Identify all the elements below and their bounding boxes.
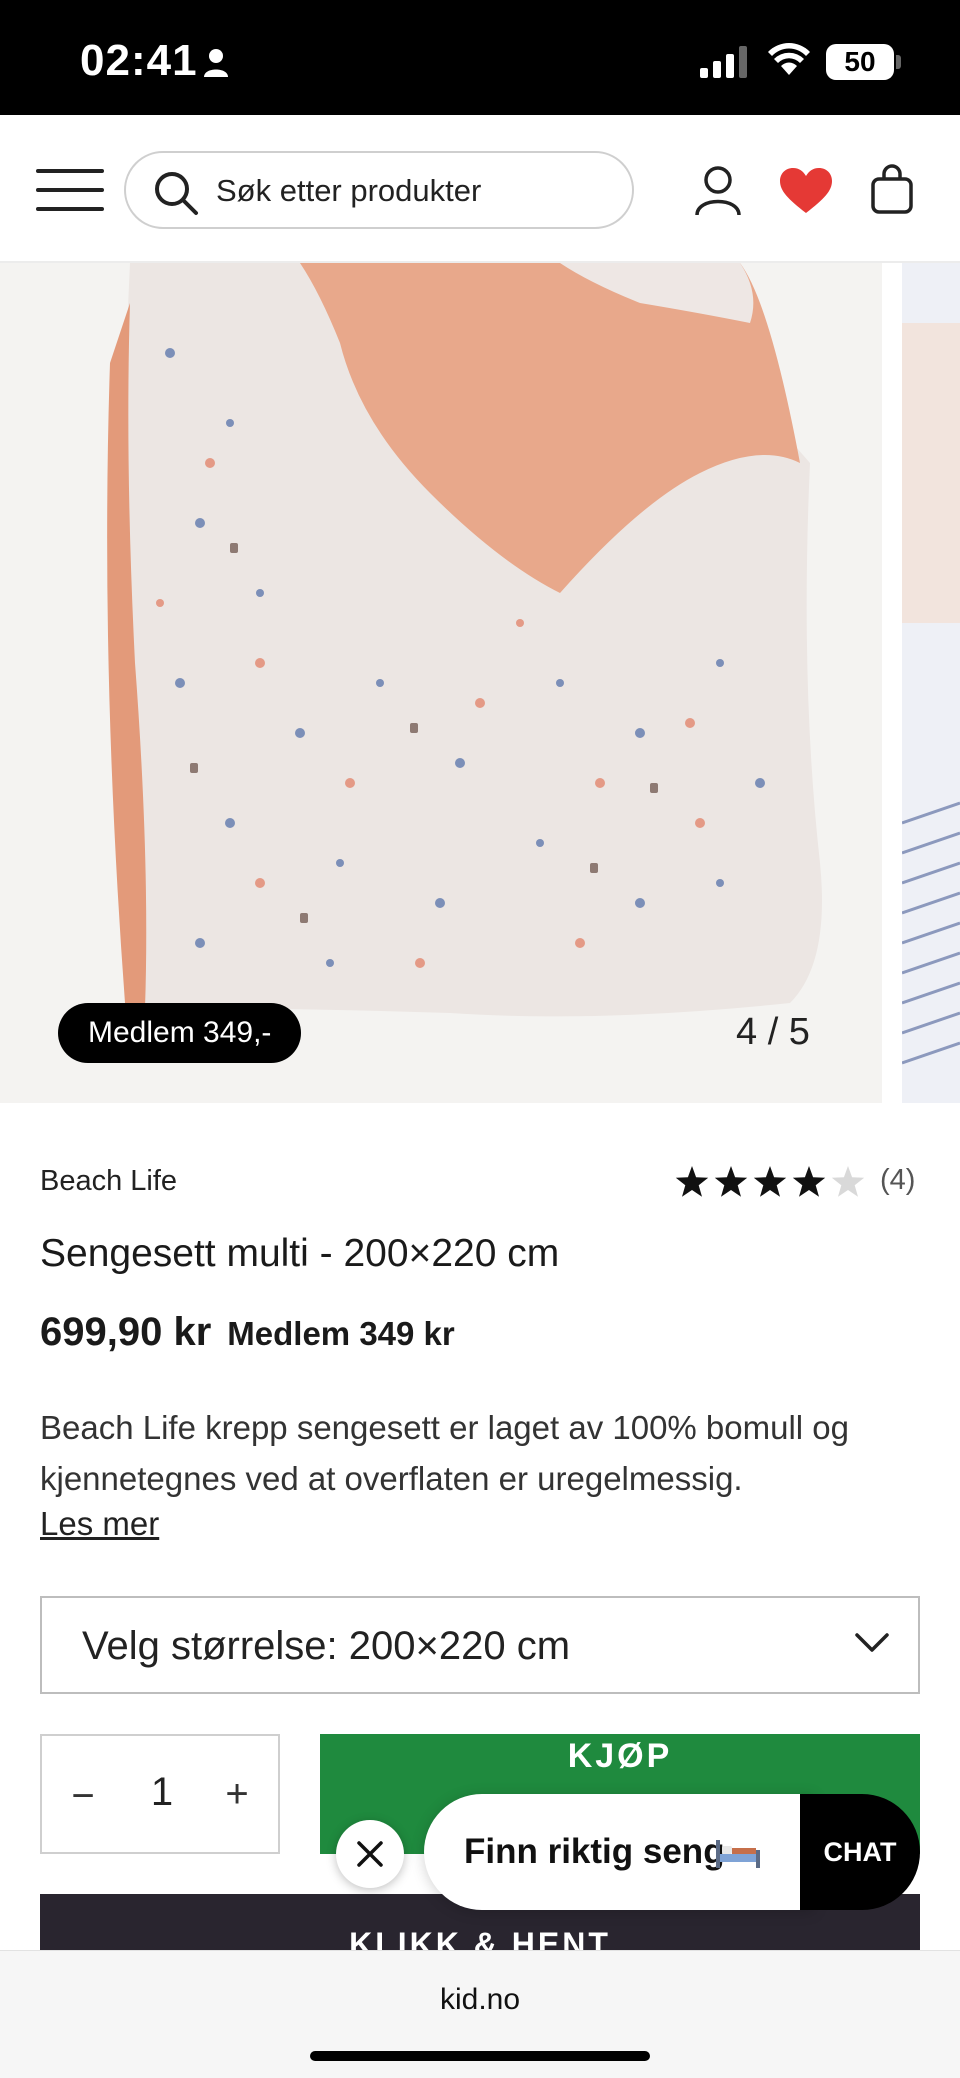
product-description: Beach Life krepp sengesett er laget av 1…: [40, 1409, 850, 1497]
bag-icon[interactable]: [870, 163, 914, 220]
image-counter: 4 / 5: [736, 1011, 810, 1053]
quantity-stepper: − 1 +: [40, 1734, 280, 1854]
hamburger-menu-icon[interactable]: [36, 169, 104, 211]
price-row: 699,90 kr Medlem 349 kr: [40, 1310, 455, 1355]
star-filled-icon: [753, 1166, 787, 1197]
member-price-badge: Medlem 349,-: [58, 1003, 302, 1063]
heart-icon[interactable]: [778, 167, 834, 220]
status-time: 02:41: [80, 36, 198, 85]
star-empty-icon: [831, 1166, 865, 1197]
user-icon[interactable]: [694, 165, 742, 222]
site-header: [0, 115, 960, 263]
signal-icon: [700, 46, 750, 83]
close-chat-prompt-button[interactable]: [336, 1820, 404, 1888]
product-gallery[interactable]: Medlem 349,- 4 / 5: [0, 263, 960, 1103]
member-price: Medlem 349 kr: [227, 1315, 455, 1352]
chat-button[interactable]: CHAT: [800, 1794, 920, 1910]
star-filled-icon: [675, 1166, 709, 1197]
search-input[interactable]: [216, 167, 616, 215]
home-indicator[interactable]: [310, 2051, 650, 2061]
browser-url[interactable]: kid.no: [0, 1983, 960, 2017]
size-select-label: Velg størrelse: 200×220 cm: [82, 1624, 571, 1668]
chevron-down-icon: [854, 1632, 890, 1659]
bed-icon: [714, 1834, 762, 1875]
chat-prompt-text: Finn riktig seng: [464, 1832, 725, 1871]
star-filled-icon: [714, 1166, 748, 1197]
browser-bar: kid.no: [0, 1950, 960, 2078]
read-more-link[interactable]: Les mer: [40, 1505, 159, 1543]
rating-stars: [675, 1166, 865, 1197]
product-title: Sengesett multi - 200×220 cm: [40, 1232, 560, 1275]
close-icon: [357, 1841, 383, 1867]
product-rating[interactable]: (4): [674, 1162, 915, 1202]
next-product-image[interactable]: [902, 263, 960, 1103]
product-image[interactable]: [0, 263, 882, 1103]
product-price: 699,90 kr: [40, 1310, 212, 1354]
search-icon: [152, 169, 200, 222]
buy-button-label: KJØP: [567, 1737, 673, 1775]
search-bar[interactable]: [124, 151, 634, 229]
chat-prompt-bubble[interactable]: Finn riktig seng: [424, 1794, 814, 1910]
rating-count: (4): [880, 1164, 916, 1196]
star-filled-icon: [792, 1166, 826, 1197]
wifi-icon: [768, 42, 810, 81]
quantity-increase-button[interactable]: +: [222, 1772, 252, 1817]
status-bar: 02:41 50: [0, 0, 960, 115]
product-brand[interactable]: Beach Life: [40, 1165, 177, 1198]
battery-icon: 50: [826, 44, 894, 80]
battery-tip: [896, 55, 901, 69]
person-icon: [203, 48, 229, 83]
size-select[interactable]: Velg størrelse: 200×220 cm: [40, 1596, 920, 1694]
